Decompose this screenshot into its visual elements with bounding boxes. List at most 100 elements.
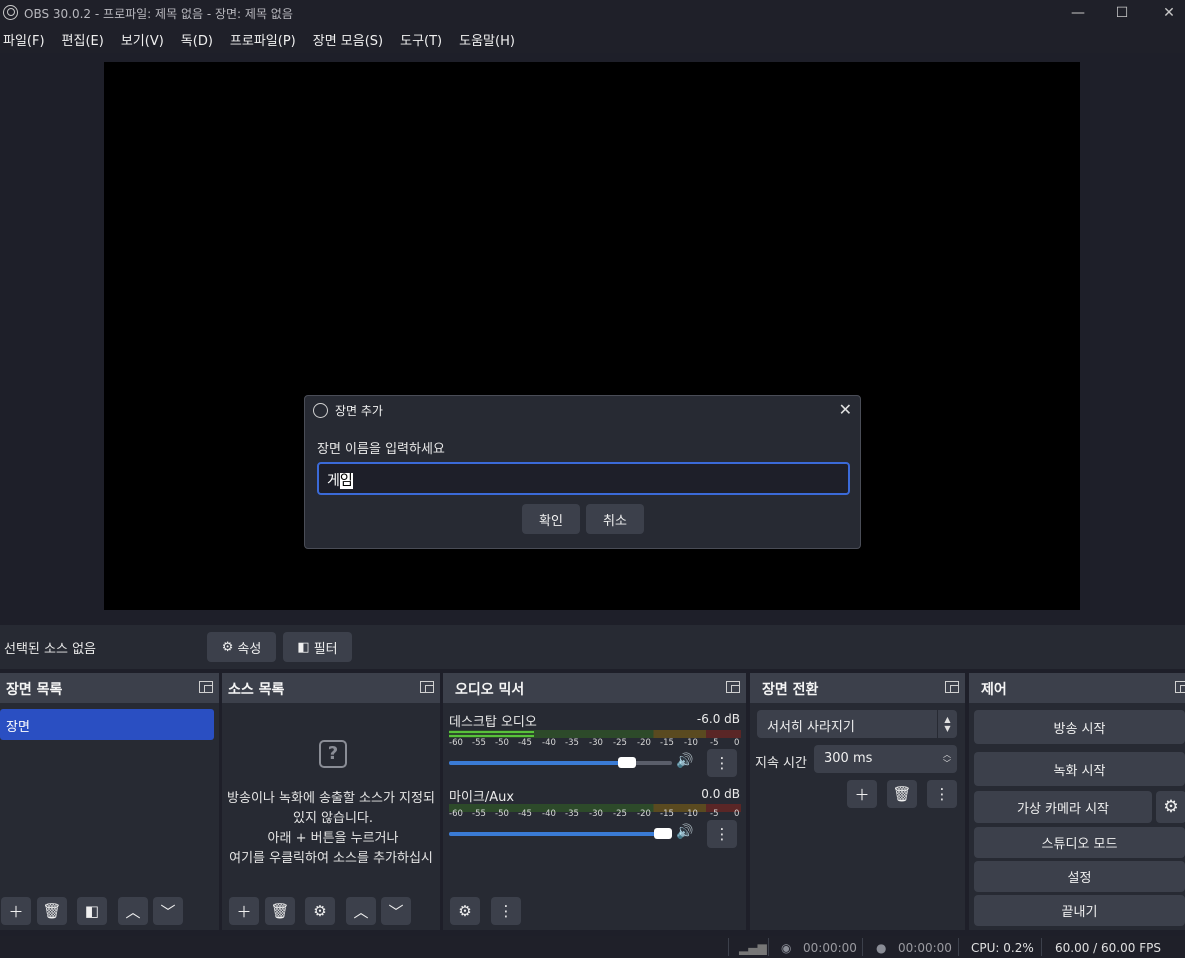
trash-icon: 🗑 bbox=[42, 902, 62, 920]
speaker-icon[interactable]: 🔊 bbox=[676, 824, 693, 840]
scale-tick: -20 bbox=[637, 809, 651, 819]
scale-tick: -45 bbox=[518, 809, 532, 819]
duration-spinbox[interactable]: 300 ms ︿ ﹀ bbox=[814, 745, 957, 773]
add-transition-button[interactable]: ＋ bbox=[847, 780, 877, 808]
add-source-button[interactable]: ＋ bbox=[229, 897, 259, 925]
speaker-icon[interactable]: 🔊 bbox=[676, 753, 693, 769]
remove-source-button[interactable]: 🗑 bbox=[265, 897, 295, 925]
move-source-down-button[interactable]: ﹀ bbox=[381, 897, 411, 925]
chevron-down-icon: ﹀ bbox=[160, 902, 176, 921]
gear-icon: ⚙ bbox=[1163, 797, 1179, 817]
undock-icon[interactable] bbox=[199, 681, 213, 693]
channel-menu-button[interactable]: ⋮ bbox=[707, 749, 737, 777]
filter-icon: ◧ bbox=[297, 639, 310, 655]
scene-list-item[interactable]: 장면 bbox=[0, 709, 214, 740]
start-virtual-camera-button[interactable]: 가상 카메라 시작 bbox=[974, 791, 1152, 823]
remove-scene-button[interactable]: 🗑 bbox=[37, 897, 67, 925]
properties-button[interactable]: ⚙ 속성 bbox=[207, 632, 276, 662]
scale-tick: -40 bbox=[542, 738, 556, 748]
sources-empty-line-3: 아래 + 버튼을 누르거나 bbox=[267, 831, 399, 846]
scale-tick: -45 bbox=[518, 738, 532, 748]
divider bbox=[862, 938, 863, 956]
settings-button[interactable]: 설정 bbox=[974, 861, 1185, 892]
dialog-title: 장면 추가 bbox=[335, 404, 383, 418]
source-properties-button[interactable]: ⚙ bbox=[305, 897, 335, 925]
scale-tick: -40 bbox=[542, 809, 556, 819]
move-source-up-button[interactable]: ︿ bbox=[346, 897, 376, 925]
undock-icon[interactable] bbox=[945, 681, 959, 693]
scene-filters-button[interactable]: ◧ bbox=[77, 897, 107, 925]
start-streaming-button[interactable]: 방송 시작 bbox=[974, 710, 1185, 744]
menu-scene-collection[interactable]: 장면 모음(S) bbox=[310, 30, 391, 49]
more-vertical-icon: ⋮ bbox=[714, 754, 730, 772]
virtual-camera-settings-button[interactable]: ⚙ bbox=[1156, 791, 1185, 823]
undock-icon[interactable] bbox=[420, 681, 434, 693]
status-bar: ▂▄▆ ◉ 00:00:00 ● 00:00:00 CPU: 0.2% 60.0… bbox=[0, 936, 1185, 958]
transition-selected: 서서히 사라지기 bbox=[767, 720, 855, 735]
scale-tick: -5 bbox=[710, 809, 719, 819]
minimize-button[interactable]: — bbox=[1055, 0, 1101, 26]
studio-mode-button[interactable]: 스튜디오 모드 bbox=[974, 827, 1185, 858]
input-selected-text: 임 bbox=[339, 473, 353, 489]
no-source-label: 선택된 소스 없음 bbox=[4, 642, 96, 657]
maximize-button[interactable]: ☐ bbox=[1099, 0, 1145, 26]
channel-menu-button[interactable]: ⋮ bbox=[707, 820, 737, 848]
channel-name: 데스크탑 오디오 bbox=[449, 715, 537, 730]
volume-knob[interactable] bbox=[654, 828, 672, 839]
add-scene-dialog: 장면 추가 ✕ 장면 이름을 입력하세요 게임 확인 취소 bbox=[304, 395, 861, 549]
volume-knob[interactable] bbox=[618, 757, 637, 768]
filters-button[interactable]: ◧ 필터 bbox=[283, 632, 352, 662]
menu-docks[interactable]: 독(D) bbox=[178, 30, 221, 49]
window-title: OBS 30.0.2 - 프로파일: 제목 없음 - 장면: 제목 없음 bbox=[24, 7, 293, 21]
transition-menu-button[interactable]: ⋮ bbox=[927, 780, 957, 808]
menu-edit[interactable]: 편집(E) bbox=[59, 30, 112, 49]
start-recording-button[interactable]: 녹화 시작 bbox=[974, 752, 1185, 786]
menu-file[interactable]: 파일(F) bbox=[0, 30, 53, 49]
scale-tick: -50 bbox=[495, 738, 509, 748]
close-button[interactable]: ✕ bbox=[1146, 0, 1185, 26]
menu-profile[interactable]: 프로파일(P) bbox=[227, 30, 304, 49]
scale-tick: -25 bbox=[613, 809, 627, 819]
dialog-close-button[interactable]: ✕ bbox=[839, 400, 852, 419]
menu-tools[interactable]: 도구(T) bbox=[397, 30, 450, 49]
move-scene-down-button[interactable]: ﹀ bbox=[153, 897, 183, 925]
spinbox-arrows-icon: ︿ ﹀ bbox=[943, 750, 951, 768]
input-text: 게 bbox=[327, 473, 340, 489]
divider bbox=[958, 938, 959, 956]
divider bbox=[1041, 938, 1042, 956]
scale-tick: -10 bbox=[684, 809, 698, 819]
undock-icon[interactable] bbox=[726, 681, 740, 693]
more-vertical-icon: ⋮ bbox=[714, 825, 730, 843]
move-scene-up-button[interactable]: ︿ bbox=[118, 897, 148, 925]
sources-empty-line-4: 여기를 우클릭하여 소스를 추가하십시 bbox=[229, 851, 433, 866]
scenes-dock: 장면 목록 장면 ＋ 🗑 ◧ ︿ ﹀ bbox=[0, 673, 219, 930]
updown-arrows-icon: ▲ ▼ bbox=[937, 710, 957, 738]
menu-view[interactable]: 보기(V) bbox=[118, 30, 172, 49]
scale-tick: -50 bbox=[495, 809, 509, 819]
volume-slider[interactable] bbox=[449, 828, 672, 839]
ok-button[interactable]: 확인 bbox=[522, 504, 580, 534]
duration-value: 300 ms bbox=[824, 751, 873, 766]
duration-label: 지속 시간 bbox=[755, 756, 807, 771]
volume-fill bbox=[449, 832, 672, 836]
chevron-up-icon: ︿ bbox=[125, 902, 141, 921]
transition-select[interactable]: 서서히 사라지기 ▲ ▼ bbox=[757, 710, 957, 738]
scale-tick: -5 bbox=[710, 738, 719, 748]
add-scene-button[interactable]: ＋ bbox=[1, 897, 31, 925]
scale-tick: -10 bbox=[684, 738, 698, 748]
controls-dock-title: 제어 bbox=[981, 682, 1007, 698]
stream-time: 00:00:00 bbox=[803, 941, 857, 955]
undock-icon[interactable] bbox=[1175, 681, 1185, 693]
divider bbox=[728, 938, 729, 956]
scale-tick: -60 bbox=[449, 738, 463, 748]
meter-scale: -60 -55 -50 -45 -40 -35 -30 -25 -20 -15 … bbox=[449, 738, 741, 750]
advanced-audio-button[interactable]: ⚙ bbox=[450, 897, 480, 925]
scale-tick: -15 bbox=[660, 738, 674, 748]
cancel-button[interactable]: 취소 bbox=[586, 504, 644, 534]
menu-help[interactable]: 도움말(H) bbox=[456, 30, 523, 49]
mixer-menu-button[interactable]: ⋮ bbox=[491, 897, 521, 925]
volume-slider[interactable] bbox=[449, 757, 672, 768]
exit-button[interactable]: 끝내기 bbox=[974, 895, 1185, 926]
scene-name-input[interactable]: 게임 bbox=[317, 462, 850, 495]
remove-transition-button[interactable]: 🗑 bbox=[887, 780, 917, 808]
